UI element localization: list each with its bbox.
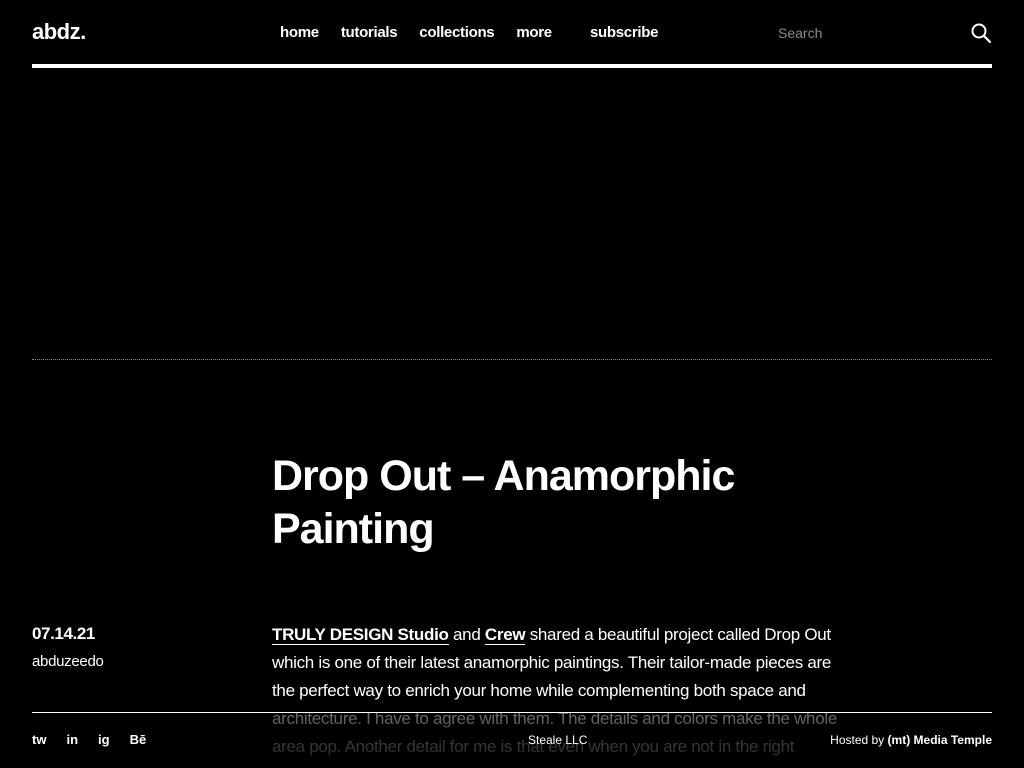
nav-tutorials[interactable]: tutorials <box>341 24 398 41</box>
search-input[interactable] <box>778 20 958 46</box>
search-icon[interactable] <box>970 22 992 44</box>
social-links: tw in ig Bē <box>32 732 146 747</box>
nav-collections[interactable]: collections <box>419 24 494 41</box>
footer-divider <box>32 712 992 713</box>
crew-link[interactable]: Crew <box>484 625 526 645</box>
studio-link[interactable]: TRULY DESIGN Studio <box>272 625 449 645</box>
article-author[interactable]: abduzeedo <box>32 653 104 670</box>
hosted-by: Hosted by (mt) Media Temple <box>830 733 992 747</box>
hosted-prefix: Hosted by <box>830 733 888 747</box>
site-footer: tw in ig Bē Steale LLC Hosted by (mt) Me… <box>0 712 1024 768</box>
twitter-link[interactable]: tw <box>32 732 46 747</box>
nav-more[interactable]: more <box>516 24 552 41</box>
instagram-link[interactable]: ig <box>98 732 110 747</box>
nav-home[interactable]: home <box>280 24 319 41</box>
article-date: 07.14.21 <box>32 624 95 643</box>
copyright-text: Steale LLC <box>528 733 588 747</box>
subscribe-link[interactable]: subscribe <box>590 24 658 41</box>
site-header: abdz. home tutorials collections more su… <box>32 0 992 68</box>
behance-link[interactable]: Bē <box>130 732 147 747</box>
hero-divider <box>32 359 992 360</box>
main-nav: home tutorials collections more <box>280 24 552 41</box>
search-box <box>778 20 992 48</box>
site-logo[interactable]: abdz. <box>32 19 86 45</box>
body-text-1: and <box>448 625 485 644</box>
hosted-name[interactable]: (mt) Media Temple <box>888 733 992 747</box>
linkedin-link[interactable]: in <box>66 732 78 747</box>
article-title: Drop Out – Anamorphic Painting <box>272 452 735 553</box>
